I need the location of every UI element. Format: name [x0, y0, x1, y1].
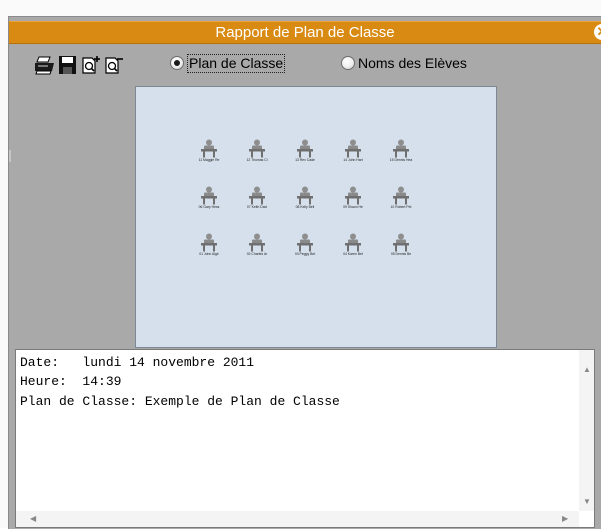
- resize-grip[interactable]: [9, 150, 11, 162]
- student-name-label: 12 Thomas Cl: [246, 158, 268, 162]
- student-seat: 14 John Hart: [333, 139, 373, 167]
- vertical-scrollbar[interactable]: ▲ ▼: [579, 350, 594, 511]
- plan-radio-label[interactable]: Plan de Classe: [186, 54, 286, 73]
- student-seat: 11 Maggie Re: [189, 139, 229, 167]
- scroll-right-arrow-icon[interactable]: ▶: [562, 514, 568, 524]
- report-window: Rapport de Plan de Classe ✕: [0, 0, 601, 529]
- zoom-out-icon[interactable]: [103, 54, 125, 76]
- zoom-in-icon[interactable]: [80, 54, 102, 76]
- student-seat: 10 Robert Pet: [381, 186, 421, 214]
- student-name-label: 11 Maggie Re: [198, 158, 220, 162]
- student-name-label: 03 Peggy Bet: [294, 252, 316, 256]
- report-time-line: Heure: 14:39: [20, 374, 122, 389]
- printer-icon[interactable]: [34, 54, 56, 76]
- student-seat: 15 Dennis Hea: [381, 139, 421, 167]
- student-seat: 07 Keith Davi: [237, 186, 277, 214]
- student-name-label: 09 Shaun He: [343, 205, 363, 209]
- student-seat: 03 Peggy Bet: [285, 233, 325, 261]
- horizontal-scrollbar[interactable]: ◀ ▶: [16, 511, 579, 527]
- names-radio[interactable]: [341, 56, 355, 70]
- report-text-area[interactable]: Date: lundi 14 novembre 2011 Heure: 14:3…: [15, 349, 595, 528]
- window-title: Rapport de Plan de Classe: [215, 24, 395, 41]
- student-name-label: 01 John Algir: [199, 252, 219, 256]
- student-seat: 04 Karen Bet: [333, 233, 373, 261]
- student-name-label: 15 Dennis Hea: [389, 158, 413, 162]
- student-seat: 06 Gary Hess: [189, 186, 229, 214]
- student-seat: 08 Kelly Bell: [285, 186, 325, 214]
- student-seat: 12 Thomas Cl: [237, 139, 277, 167]
- student-seat: 05 Dennis Be: [381, 233, 421, 261]
- student-seat: 13 Rex Cade: [285, 139, 325, 167]
- student-name-label: 04 Karen Bet: [343, 252, 363, 256]
- student-name-label: 14 John Hart: [343, 158, 363, 162]
- seating-plan-preview: 11 Maggie Re 12 Thomas Cl 13 Rex Cade 14 Jo…: [135, 86, 497, 348]
- student-seat: 02 Charles Ar: [237, 233, 277, 261]
- save-icon[interactable]: [57, 54, 79, 76]
- scroll-up-arrow-icon[interactable]: ▲: [583, 365, 591, 375]
- radio-selected-dot: [174, 60, 180, 66]
- student-name-label: 10 Robert Pet: [390, 205, 412, 209]
- title-bar: Rapport de Plan de Classe ✕: [9, 21, 601, 44]
- student-name-label: 05 Dennis Be: [390, 252, 412, 256]
- student-name-label: 02 Charles Ar: [246, 252, 268, 256]
- student-name-label: 08 Kelly Bell: [295, 205, 315, 209]
- student-name-label: 06 Gary Hess: [198, 205, 220, 209]
- student-seat: 01 John Algir: [189, 233, 229, 261]
- student-seat: 09 Shaun He: [333, 186, 373, 214]
- scroll-left-arrow-icon[interactable]: ◀: [30, 514, 36, 524]
- scroll-down-arrow-icon[interactable]: ▼: [583, 497, 591, 507]
- report-date-line: Date: lundi 14 novembre 2011: [20, 355, 255, 370]
- names-radio-label[interactable]: Noms des Elèves: [358, 55, 467, 72]
- student-name-label: 13 Rex Cade: [295, 158, 315, 162]
- student-name-label: 07 Keith Davi: [246, 205, 268, 209]
- report-plan-line: Plan de Classe: Exemple de Plan de Class…: [20, 394, 340, 409]
- plan-radio[interactable]: [170, 56, 184, 70]
